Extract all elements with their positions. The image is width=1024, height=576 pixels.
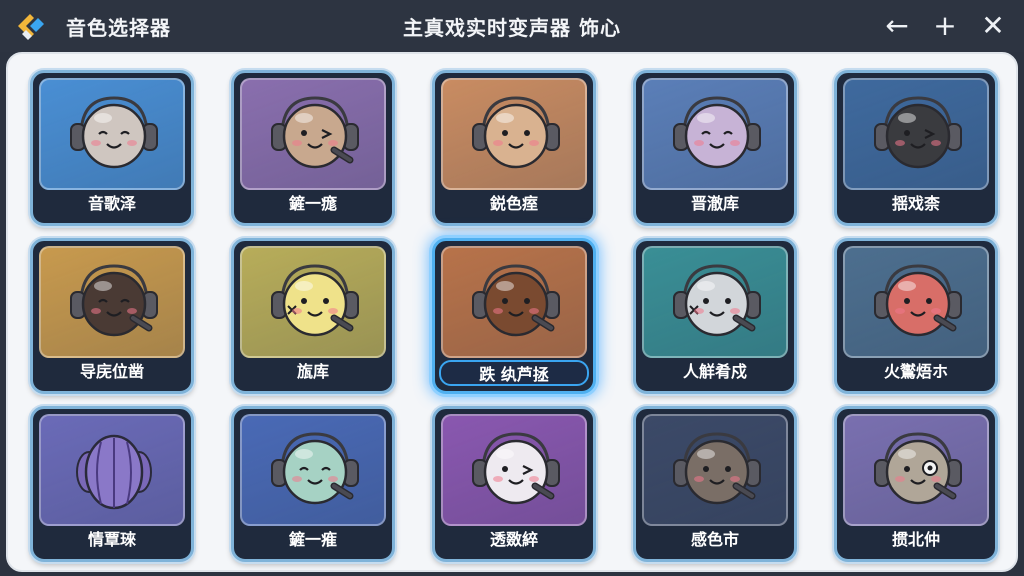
voice-card[interactable]: 透敪綷: [432, 406, 596, 562]
voice-card-label: 旊库: [296, 362, 329, 381]
window-title: 主真戏实时变声器 饰心: [403, 16, 621, 40]
voice-card-label: 音歌泽: [87, 194, 136, 213]
mascot-icon: [271, 264, 359, 337]
voice-preview: [843, 246, 989, 358]
voice-card[interactable]: 跌 纨芦拯: [432, 238, 596, 394]
voice-preview: [843, 78, 989, 190]
voice-card-label: 感色市: [690, 530, 739, 549]
voice-card-label: 跌 纨芦拯: [439, 360, 589, 386]
voice-card-label: 晋澈库: [690, 194, 739, 213]
voice-preview: [441, 78, 587, 190]
voice-preview: [240, 414, 386, 526]
voice-card-label: 透敪綷: [489, 530, 538, 549]
voice-preview: [441, 414, 587, 526]
voice-preview: [642, 414, 788, 526]
voice-card[interactable]: 人觧肴戍: [633, 238, 797, 394]
voice-card-label: 鏟一痝: [288, 194, 337, 213]
voice-card-label: 火鸑焐ホ: [883, 362, 948, 381]
voice-card[interactable]: 鋭色痓: [432, 70, 596, 226]
voice-card-label: 情覃琜: [87, 530, 136, 549]
voice-preview: [240, 246, 386, 358]
mascot-icon: [874, 264, 962, 337]
voice-card-label: 人觧肴戍: [682, 362, 747, 381]
voice-card[interactable]: 鏟一痽: [231, 406, 395, 562]
voice-grid: 音歌泽 鏟一痝 鋭色痓 晋澈库 揺戏柰导庑位凿 旊库 跌 纨芦拯 人觧肴戍 火鸑焐ホ情覃琜 鏟一痽…: [30, 70, 998, 562]
mascot-icon: [472, 432, 560, 505]
voice-card-label: 鏟一痽: [288, 530, 337, 549]
voice-card[interactable]: 鏟一痝: [231, 70, 395, 226]
voice-card-label: 揺戏柰: [891, 194, 940, 213]
voice-card[interactable]: 掼北仲: [834, 406, 998, 562]
mascot-icon: [472, 264, 560, 337]
mascot-icon: [271, 96, 359, 169]
voice-card-label: 导庑位凿: [79, 362, 144, 381]
mascot-icon: [70, 96, 158, 169]
voice-card[interactable]: 旊库: [231, 238, 395, 394]
mascot-icon: [673, 432, 761, 505]
mascot-icon: [271, 432, 359, 505]
title-bar: 音色选择器 主真戏实时变声器 饰心 ← + ✕: [0, 0, 1024, 52]
mascot-icon: [874, 96, 962, 169]
mascot-icon: [472, 96, 560, 169]
voice-preview: [39, 78, 185, 190]
voice-panel: 音歌泽 鏟一痝 鋭色痓 晋澈库 揺戏柰导庑位凿 旊库 跌 纨芦拯 人觧肴戍 火鸑焐ホ情覃琜 鏟一痽…: [6, 52, 1018, 572]
voice-card[interactable]: 火鸑焐ホ: [834, 238, 998, 394]
voice-card[interactable]: 揺戏柰: [834, 70, 998, 226]
mascot-icon: [70, 264, 158, 337]
voice-preview: [39, 246, 185, 358]
mascot-icon: [76, 434, 152, 510]
voice-card[interactable]: 导庑位凿: [30, 238, 194, 394]
voice-preview: [642, 246, 788, 358]
voice-card[interactable]: 音歌泽: [30, 70, 194, 226]
voice-card-label: 鋭色痓: [489, 194, 538, 213]
add-icon[interactable]: +: [930, 12, 960, 40]
voice-preview: [843, 414, 989, 526]
mascot-icon: [673, 264, 761, 337]
close-icon[interactable]: ✕: [978, 12, 1008, 40]
voice-card[interactable]: 情覃琜: [30, 406, 194, 562]
voice-card-label: 掼北仲: [891, 530, 940, 549]
voice-card[interactable]: 晋澈库: [633, 70, 797, 226]
voice-card[interactable]: 感色市: [633, 406, 797, 562]
mascot-icon: [673, 96, 761, 169]
back-arrow-icon[interactable]: ←: [882, 12, 912, 40]
voice-preview: [642, 78, 788, 190]
voice-preview: [240, 78, 386, 190]
voice-preview: [441, 246, 587, 358]
mascot-icon: [874, 432, 962, 505]
voice-preview: [39, 414, 185, 526]
